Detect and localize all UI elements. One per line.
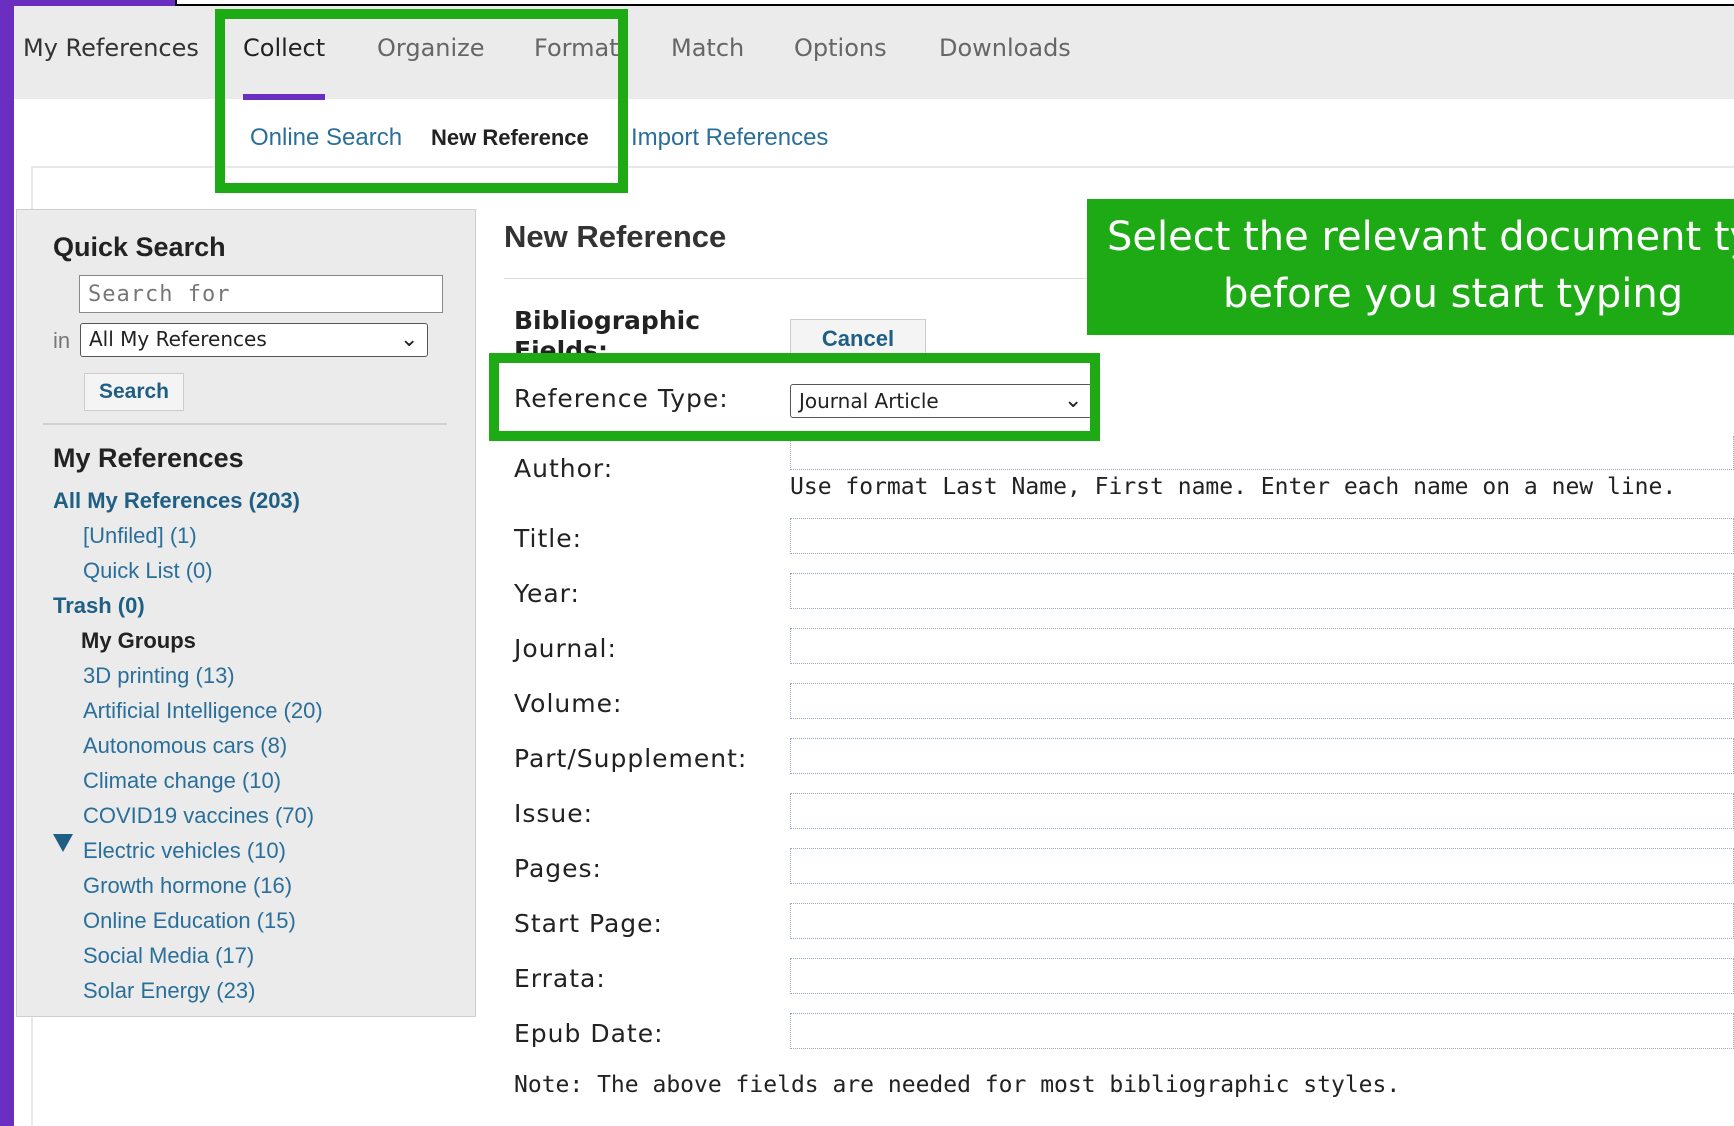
group-link[interactable]: Solar Energy (23) (83, 978, 255, 1004)
subnav-import-references[interactable]: Import References (631, 124, 828, 152)
group-link[interactable]: Electric vehicles (10) (83, 838, 286, 864)
nav-my-references[interactable]: My References (23, 34, 199, 62)
issue-field[interactable] (790, 793, 1734, 829)
page-title: New Reference (504, 219, 727, 254)
journal-field[interactable] (790, 628, 1734, 664)
unfiled-link[interactable]: [Unfiled] (1) (83, 523, 197, 549)
search-input[interactable] (79, 275, 443, 313)
quick-search-title: Quick Search (53, 232, 226, 262)
group-link[interactable]: COVID19 vaccines (70) (83, 803, 314, 829)
author-help-text: Use format Last Name, First name. Enter … (790, 474, 1677, 500)
my-groups-label[interactable]: My Groups (81, 628, 196, 654)
search-button[interactable]: Search (84, 373, 184, 411)
search-scope-select[interactable]: All My References (80, 323, 428, 357)
author-label: Author: (514, 454, 614, 483)
title-label: Title: (514, 524, 582, 553)
callout-line-1: Select the relevant document type (1107, 214, 1734, 260)
sidebar-divider (43, 423, 447, 425)
group-link[interactable]: Autonomous cars (8) (83, 733, 287, 759)
part-supplement-label: Part/Supplement: (514, 744, 748, 773)
app-panel: My References Collect Organize Format Ma… (14, 6, 1734, 1126)
sidebar: Quick Search in All My References ⌄ Sear… (16, 209, 476, 1017)
year-field[interactable] (790, 573, 1734, 609)
errata-label: Errata: (514, 964, 606, 993)
in-label: in (53, 328, 71, 353)
author-field[interactable] (790, 436, 1734, 470)
group-link[interactable]: Growth hormone (16) (83, 873, 292, 899)
epub-date-field[interactable] (790, 1013, 1734, 1049)
all-my-references-link[interactable]: All My References (203) (53, 488, 300, 514)
volume-label: Volume: (514, 689, 623, 718)
my-references-title: My References (53, 443, 244, 473)
chevron-down-icon: ⌄ (400, 326, 419, 351)
bibliographic-fields-label: Bibliographic Fields: (514, 306, 701, 360)
collect-highlight-box (215, 9, 628, 193)
errata-field[interactable] (790, 958, 1734, 994)
part-supplement-field[interactable] (790, 738, 1734, 774)
trash-link[interactable]: Trash (0) (53, 593, 145, 619)
reference-type-highlight-box (489, 353, 1100, 441)
group-link[interactable]: Artificial Intelligence (20) (83, 698, 323, 724)
title-field[interactable] (790, 518, 1734, 554)
group-link[interactable]: Social Media (17) (83, 943, 254, 969)
fields-note: Note: The above fields are needed for mo… (514, 1072, 1401, 1098)
nav-options[interactable]: Options (794, 34, 887, 62)
triangle-down-icon[interactable] (53, 834, 73, 852)
nav-match[interactable]: Match (671, 34, 744, 62)
pages-label: Pages: (514, 854, 602, 883)
epub-date-label: Epub Date: (514, 1019, 664, 1048)
instruction-callout: Select the relevant document type before… (1087, 199, 1734, 335)
group-link[interactable]: Climate change (10) (83, 768, 281, 794)
volume-field[interactable] (790, 683, 1734, 719)
year-label: Year: (514, 579, 580, 608)
nav-downloads[interactable]: Downloads (939, 34, 1071, 62)
callout-line-2: before you start typing (1223, 271, 1684, 317)
quick-list-link[interactable]: Quick List (0) (83, 558, 213, 584)
start-page-label: Start Page: (514, 909, 663, 938)
frame-border-inner (177, 0, 1734, 4)
pages-field[interactable] (790, 848, 1734, 884)
start-page-field[interactable] (790, 903, 1734, 939)
group-link[interactable]: 3D printing (13) (83, 663, 235, 689)
journal-label: Journal: (514, 634, 617, 663)
group-link[interactable]: Online Education (15) (83, 908, 296, 934)
issue-label: Issue: (514, 799, 594, 828)
